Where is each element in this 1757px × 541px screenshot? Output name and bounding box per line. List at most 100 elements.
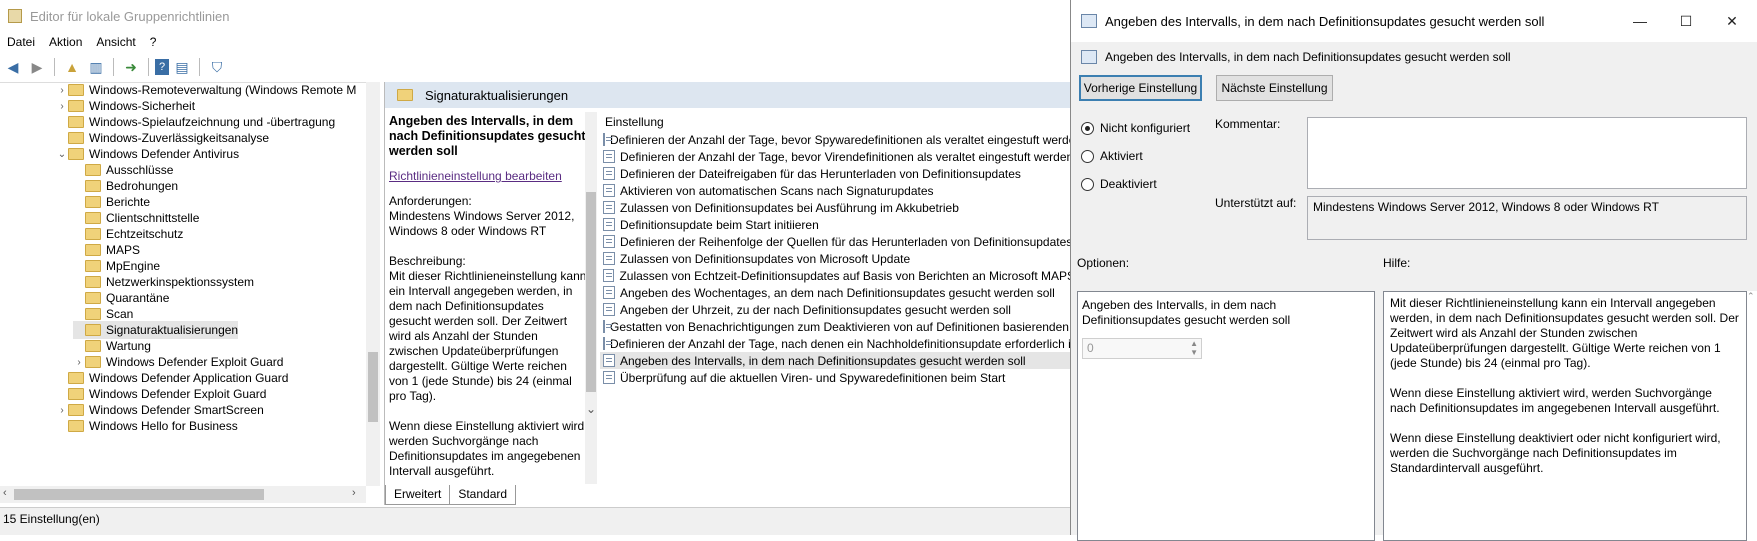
policy-setting-icon — [603, 354, 615, 367]
setting-label: Angeben des Intervalls, in dem nach Defi… — [620, 353, 1026, 368]
radio-label: Deaktiviert — [1100, 177, 1157, 191]
radio-circle[interactable] — [1081, 149, 1094, 163]
toolbar-separator — [54, 58, 55, 76]
tree-vscroll-thumb[interactable] — [368, 352, 378, 422]
extended-description: Angeben des Intervalls, in dem nach Defi… — [389, 114, 589, 504]
main-title: Editor für lokale Gruppenrichtlinien — [30, 8, 230, 24]
scroll-up-icon[interactable]: ⌃ — [1747, 291, 1755, 302]
radio-circle[interactable] — [1081, 121, 1094, 135]
tree-hscroll-thumb[interactable] — [14, 489, 264, 500]
tree-item-label: Netzwerkinspektionssystem — [106, 275, 255, 289]
menu-datei[interactable]: Datei — [0, 35, 42, 49]
help-vscrollbar[interactable]: ⌃ — [1747, 291, 1757, 535]
edit-policy-link[interactable]: Richtlinieneinstellung bearbeiten — [389, 169, 589, 184]
scroll-right-icon[interactable]: › — [352, 487, 356, 499]
show-tree-icon[interactable]: ▥ — [85, 56, 107, 78]
setting-row[interactable]: Überprüfung auf die aktuellen Viren- und… — [600, 369, 1075, 386]
tab-standard[interactable]: Standard — [450, 485, 517, 505]
setting-row[interactable]: Zulassen von Definitionsupdates von Micr… — [600, 250, 1075, 267]
tree-vscrollbar[interactable] — [366, 82, 380, 486]
next-setting-button[interactable]: Nächste Einstellung — [1216, 75, 1333, 101]
settings-column-header[interactable]: Einstellung — [600, 112, 1075, 131]
dialog-subtitle: Angeben des Intervalls, in dem nach Defi… — [1105, 50, 1511, 64]
setting-row[interactable]: Zulassen von Echtzeit-Definitionsupdates… — [600, 267, 1075, 284]
policy-setting-icon — [603, 184, 615, 197]
setting-row[interactable]: Definitionsupdate beim Start initiieren — [600, 216, 1075, 233]
tree-item[interactable]: Windows Hello for Business — [56, 417, 238, 435]
description-vscroll-thumb[interactable] — [586, 192, 596, 392]
dialog-subheader: Angeben des Intervalls, in dem nach Defi… — [1081, 50, 1511, 64]
description-vscrollbar[interactable] — [585, 112, 597, 484]
tree-item-label: Berichte — [106, 195, 151, 209]
setting-label: Definieren der Anzahl der Tage, bevor Vi… — [620, 149, 1074, 164]
setting-row[interactable]: Aktivieren von automatischen Scans nach … — [600, 182, 1075, 199]
folder-icon — [85, 212, 101, 224]
help-icon[interactable]: ? — [155, 59, 169, 75]
export-icon[interactable]: ➜ — [120, 56, 142, 78]
setting-row[interactable]: Gestatten von Benachrichtigungen zum Dea… — [600, 318, 1075, 335]
details-pane: Signaturaktualisierungen Angeben des Int… — [384, 82, 1075, 505]
policy-setting-icon — [603, 133, 612, 146]
chevron-right-icon[interactable]: › — [73, 357, 85, 368]
setting-row[interactable]: Angeben der Uhrzeit, zu der nach Definit… — [600, 301, 1075, 318]
forward-icon[interactable]: ▶ — [26, 56, 48, 78]
chevron-right-icon[interactable]: › — [56, 85, 68, 96]
setting-row[interactable]: Definieren der Anzahl der Tage, bevor Sp… — [600, 131, 1075, 148]
tree-item-label: Bedrohungen — [106, 179, 179, 193]
policy-setting-icon — [603, 371, 615, 384]
interval-spinbox[interactable]: 0 ▲ ▼ — [1082, 338, 1202, 359]
policy-icon — [1081, 14, 1097, 28]
policy-setting-icon — [603, 303, 615, 316]
properties-icon[interactable]: ▤ — [171, 56, 193, 78]
spin-arrows-icon[interactable]: ▲ ▼ — [1190, 339, 1198, 357]
back-icon[interactable]: ◀ — [2, 56, 24, 78]
dialog-title: Angeben des Intervalls, in dem nach Defi… — [1105, 13, 1545, 29]
view-tabs: Erweitert Standard — [385, 485, 517, 505]
setting-row[interactable]: Definieren der Anzahl der Tage, nach den… — [600, 335, 1075, 352]
filter-icon[interactable]: ⛉ — [206, 56, 228, 78]
setting-row[interactable]: Zulassen von Definitionsupdates bei Ausf… — [600, 199, 1075, 216]
radio-not-configured[interactable]: Nicht konfiguriert — [1081, 121, 1190, 135]
folder-icon — [85, 356, 101, 368]
setting-row[interactable]: Angeben des Wochentages, an dem nach Def… — [600, 284, 1075, 301]
menu-help[interactable]: ? — [143, 35, 164, 49]
setting-row[interactable]: Definieren der Reihenfolge der Quellen f… — [600, 233, 1075, 250]
setting-label: Definieren der Anzahl der Tage, bevor Sp… — [610, 132, 1075, 147]
setting-row[interactable]: Definieren der Anzahl der Tage, bevor Vi… — [600, 148, 1075, 165]
scroll-down-icon[interactable]: ⌄ — [586, 402, 596, 416]
previous-setting-button[interactable]: Vorherige Einstellung — [1079, 75, 1202, 101]
chevron-right-icon[interactable]: › — [56, 101, 68, 112]
supported-label: Unterstützt auf: — [1215, 196, 1297, 210]
tree-item-label: Windows Defender SmartScreen — [89, 403, 264, 417]
settings-list[interactable]: Einstellung Definieren der Anzahl der Ta… — [600, 112, 1075, 472]
toolbar-separator — [148, 58, 149, 76]
policy-tree[interactable]: › Windows-Remoteverwaltung (Windows Remot… — [0, 82, 380, 487]
folder-header: Signaturaktualisierungen — [385, 82, 1071, 108]
scroll-left-icon[interactable]: ‹ — [3, 487, 7, 499]
menu-aktion[interactable]: Aktion — [42, 35, 89, 49]
setting-row[interactable]: Definieren der Dateifreigaben für das He… — [600, 165, 1075, 182]
policy-setting-icon — [603, 150, 615, 163]
close-button[interactable]: ✕ — [1709, 0, 1755, 42]
maximize-button[interactable]: ☐ — [1663, 0, 1709, 42]
help-label: Hilfe: — [1383, 256, 1411, 270]
radio-enabled[interactable]: Aktiviert — [1081, 149, 1143, 163]
menubar: Datei Aktion Ansicht ? — [0, 32, 163, 52]
help-paragraph: Mit dieser Richtlinieneinstellung kann e… — [1390, 296, 1739, 370]
menu-ansicht[interactable]: Ansicht — [89, 35, 142, 49]
folder-icon — [85, 260, 101, 272]
chevron-right-icon[interactable]: › — [56, 405, 68, 416]
setting-label: Definitionsupdate beim Start initiieren — [620, 217, 819, 232]
options-panel: Angeben des Intervalls, in dem nach Defi… — [1077, 291, 1375, 541]
comment-textarea[interactable] — [1307, 117, 1747, 189]
radio-circle[interactable] — [1081, 177, 1094, 191]
setting-label: Definieren der Anzahl der Tage, nach den… — [610, 336, 1075, 351]
up-folder-icon[interactable]: ▲ — [61, 56, 83, 78]
folder-icon — [85, 228, 101, 240]
chevron-down-icon[interactable]: ⌄ — [56, 149, 68, 160]
tab-erweitert[interactable]: Erweitert — [385, 485, 451, 505]
setting-row[interactable]: Angeben des Intervalls, in dem nach Defi… — [600, 352, 1075, 369]
minimize-button[interactable]: — — [1617, 0, 1663, 42]
tree-hscrollbar[interactable]: ‹ › — [0, 486, 366, 503]
radio-disabled[interactable]: Deaktiviert — [1081, 177, 1157, 191]
